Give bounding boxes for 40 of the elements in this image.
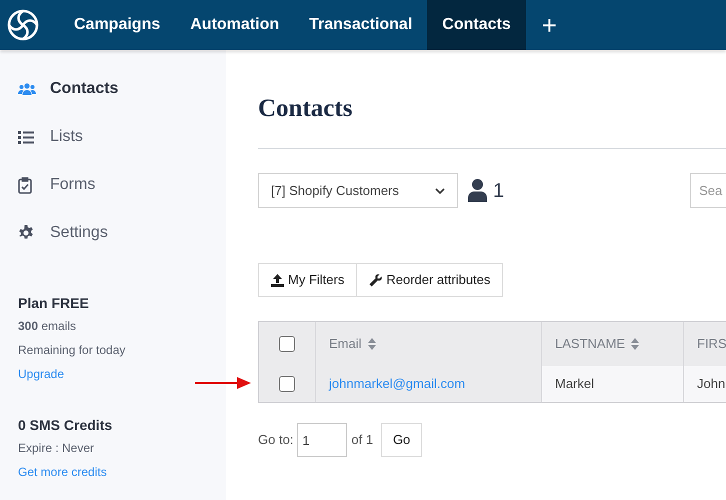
sidebar-item[interactable]: Settings bbox=[18, 209, 108, 257]
sidebar-item[interactable]: Forms bbox=[18, 161, 96, 209]
page-field[interactable]: 1 bbox=[297, 423, 348, 457]
search-field[interactable]: Sea bbox=[690, 173, 726, 208]
list-select[interactable]: [7] Shopify Customers bbox=[258, 173, 458, 208]
nav-tab[interactable]: Contacts bbox=[427, 0, 526, 50]
logo-icon[interactable] bbox=[7, 9, 39, 41]
expiry-note: Expire : Never bbox=[18, 440, 96, 457]
sidebar-item[interactable]: Lists bbox=[18, 113, 83, 161]
upload-icon bbox=[271, 274, 284, 286]
checkbox[interactable] bbox=[279, 336, 295, 352]
go-button[interactable]: Go bbox=[381, 423, 422, 457]
nav-tab[interactable]: Campaigns bbox=[59, 0, 176, 50]
table-cell-text: John bbox=[697, 375, 726, 394]
go-to-label: Go to: bbox=[258, 431, 294, 450]
contact-count: 1 bbox=[493, 178, 504, 204]
add-tab-button[interactable]: + bbox=[526, 0, 573, 50]
sms-credits-title: 0 SMS Credits bbox=[18, 416, 114, 435]
nav-tab[interactable]: Transactional bbox=[294, 0, 428, 50]
nav-tab[interactable]: Automation bbox=[175, 0, 294, 50]
pointer-arrow bbox=[195, 377, 251, 389]
toolbar-button[interactable]: My Filters bbox=[258, 263, 358, 297]
settings-icon bbox=[18, 225, 34, 241]
email-quota: 300 emails bbox=[18, 318, 78, 335]
clipboard-icon bbox=[18, 176, 32, 194]
page-title: Contacts bbox=[258, 94, 354, 124]
sidebar-item[interactable]: Contacts bbox=[18, 65, 118, 113]
person-icon bbox=[468, 179, 487, 202]
list-icon bbox=[18, 130, 34, 144]
quota-note: Remaining for today bbox=[18, 342, 126, 359]
page-total: of 1 bbox=[351, 431, 374, 450]
wrench-icon bbox=[369, 274, 382, 286]
sort-icon[interactable] bbox=[631, 338, 640, 350]
checkbox[interactable] bbox=[279, 376, 295, 392]
plan-title: Plan FREE bbox=[18, 294, 90, 313]
toolbar-button[interactable]: Reorder attributes bbox=[357, 263, 504, 297]
caret-icon bbox=[435, 188, 445, 194]
table-cell-text: Markel bbox=[555, 375, 594, 394]
users-icon bbox=[18, 83, 36, 95]
sort-icon[interactable] bbox=[368, 338, 376, 350]
